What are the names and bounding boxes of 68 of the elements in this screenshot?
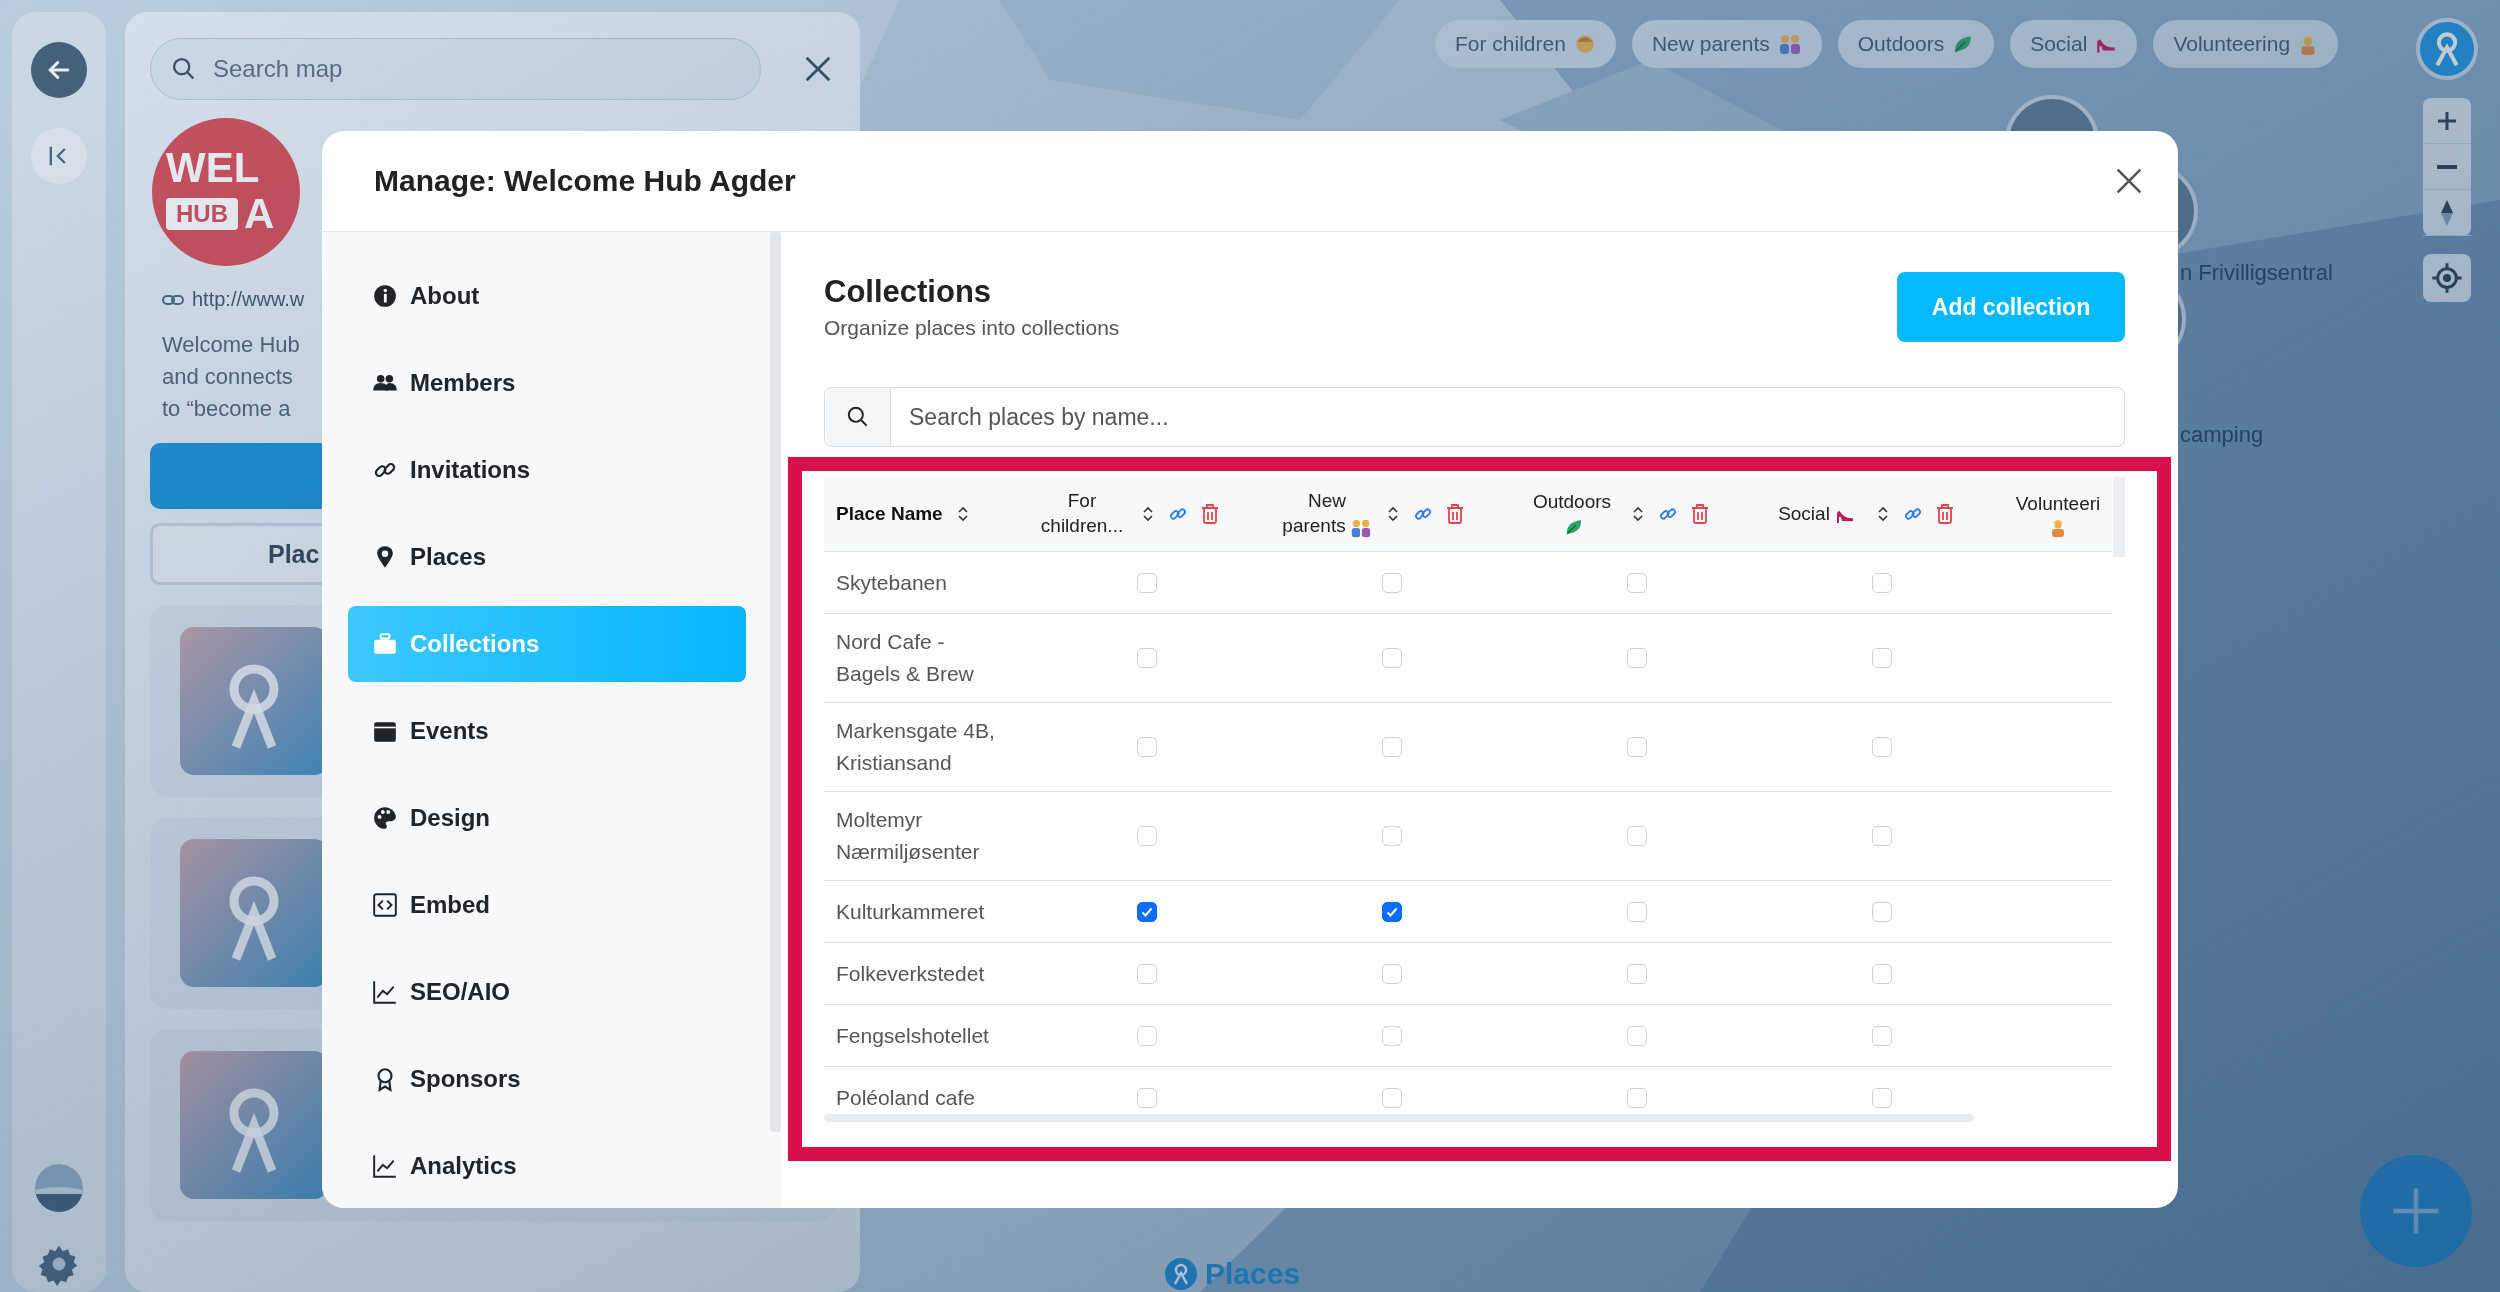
column-header: Volunteeri xyxy=(2015,492,2101,514)
trash-icon[interactable] xyxy=(1445,503,1465,525)
filter-chip[interactable]: Volunteering xyxy=(2153,20,2339,68)
sidebar-item[interactable]: Design xyxy=(348,780,746,856)
chart-icon xyxy=(372,1153,398,1179)
chart-icon xyxy=(372,979,398,1005)
description-text: Welcome Hub xyxy=(162,331,300,359)
checkbox[interactable] xyxy=(1136,901,1157,922)
avatar[interactable] xyxy=(35,1164,83,1212)
filter-chip[interactable]: Outdoors xyxy=(1837,20,1995,68)
app-logo-icon xyxy=(1165,1258,1197,1290)
sort-icon[interactable] xyxy=(1875,505,1891,523)
place-name: Skytebanen xyxy=(836,569,948,596)
place-name: Kulturkammeret xyxy=(836,898,986,925)
sidebar-item[interactable]: Members xyxy=(348,345,746,421)
dialog-title: Manage: Welcome Hub Agder xyxy=(374,164,796,198)
sidebar-item[interactable]: Invitations xyxy=(348,432,746,508)
place-name: Folkeverkstedet xyxy=(836,960,986,987)
search-button[interactable] xyxy=(825,388,891,446)
info-icon xyxy=(372,283,398,309)
filter-chip[interactable]: New parents xyxy=(1631,20,1822,68)
logo: WEL HUB A xyxy=(152,118,300,266)
sidebar-item[interactable]: Analytics xyxy=(348,1128,746,1204)
description-text: and connects xyxy=(162,363,293,391)
child-icon xyxy=(1573,33,1596,55)
section-subtitle: Organize places into collections xyxy=(824,316,1120,340)
column-header: New parents xyxy=(1282,490,1346,536)
sidebar-item[interactable]: SEO/AIO xyxy=(348,954,746,1030)
sidebar-item[interactable]: Embed xyxy=(348,867,746,943)
place-name: Poléoland cafe xyxy=(836,1084,976,1111)
trash-icon[interactable] xyxy=(1690,503,1710,525)
trash-icon[interactable] xyxy=(1200,503,1220,525)
people-icon xyxy=(1349,517,1372,538)
sidebar-item[interactable]: Places xyxy=(348,519,746,595)
website-link[interactable]: http://www.w xyxy=(192,288,305,311)
link-icon xyxy=(162,292,184,307)
locate-icon xyxy=(2431,262,2463,294)
scrollbar[interactable] xyxy=(2113,477,2125,557)
section-title: Collections xyxy=(824,274,993,310)
people-icon xyxy=(1777,33,1802,55)
column-header: Social xyxy=(1778,502,1830,524)
sidebar-item[interactable]: About xyxy=(348,258,746,334)
checkbox[interactable] xyxy=(1381,901,1402,922)
scrollbar[interactable] xyxy=(770,232,781,1132)
sidebar-item[interactable]: Sponsors xyxy=(348,1041,746,1117)
column-header: For children... xyxy=(1040,490,1124,536)
filter-chip[interactable]: For children xyxy=(1435,20,1616,68)
place-name: Moltemyr Nærmiljøsenter xyxy=(836,807,981,865)
trash-icon[interactable] xyxy=(1935,503,1955,525)
sort-icon[interactable] xyxy=(1385,505,1401,523)
sidebar-item[interactable]: Events xyxy=(348,693,746,769)
palette-icon xyxy=(372,805,398,831)
locate-button[interactable] xyxy=(2423,254,2471,302)
place-name: Fengselshotellet xyxy=(836,1022,990,1049)
search-field[interactable]: Search places by name... xyxy=(824,387,2125,447)
case-icon xyxy=(372,631,398,657)
search-field[interactable]: Search map xyxy=(150,38,761,100)
description-text: to “become a xyxy=(162,395,291,423)
place-name: Nord Cafe - Bagels & Brew xyxy=(836,629,975,687)
code-icon xyxy=(372,892,398,918)
back-button[interactable] xyxy=(31,42,87,98)
sort-icon[interactable] xyxy=(1630,505,1646,523)
sort-icon[interactable] xyxy=(1140,505,1156,523)
column-header[interactable]: Place Name xyxy=(836,503,943,525)
column-header: Outdoors xyxy=(1532,490,1612,512)
filter-chip[interactable]: Social xyxy=(2010,20,2138,68)
place-name: Markensgate 4B, Kristiansand xyxy=(836,718,996,776)
minus-icon xyxy=(2437,164,2457,169)
